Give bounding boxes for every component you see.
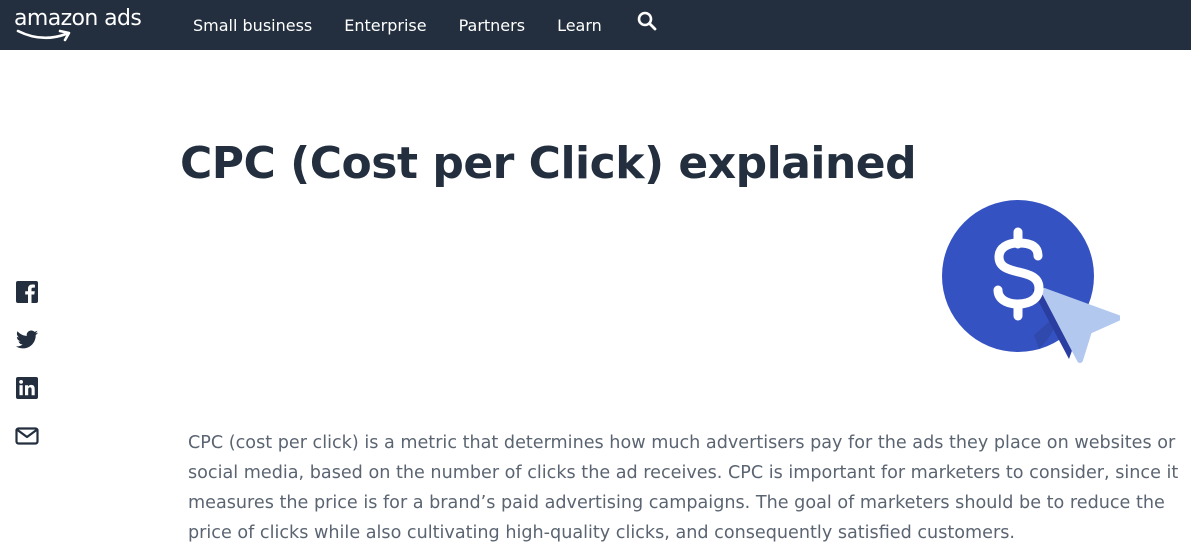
facebook-icon[interactable] — [15, 280, 39, 304]
nav-link-enterprise[interactable]: Enterprise — [344, 16, 426, 35]
smile-arrow-icon — [16, 29, 71, 42]
email-icon[interactable] — [15, 424, 39, 448]
twitter-icon[interactable] — [15, 328, 39, 352]
top-navigation-bar: amazon ads Small business Enterprise Par… — [0, 0, 1191, 50]
search-icon[interactable] — [637, 11, 657, 31]
nav-link-partners[interactable]: Partners — [459, 16, 525, 35]
page-title: CPC (Cost per Click) explained — [180, 138, 917, 189]
primary-nav: Small business Enterprise Partners Learn — [193, 0, 634, 50]
social-share-rail — [15, 280, 41, 472]
amazon-ads-logo[interactable]: amazon ads — [14, 4, 146, 42]
nav-link-small-business[interactable]: Small business — [193, 16, 312, 35]
intro-paragraph: CPC (cost per click) is a metric that de… — [188, 433, 1179, 543]
linkedin-icon[interactable] — [15, 376, 39, 400]
nav-link-learn[interactable]: Learn — [557, 16, 602, 35]
dollar-cursor-icon — [942, 200, 1120, 363]
